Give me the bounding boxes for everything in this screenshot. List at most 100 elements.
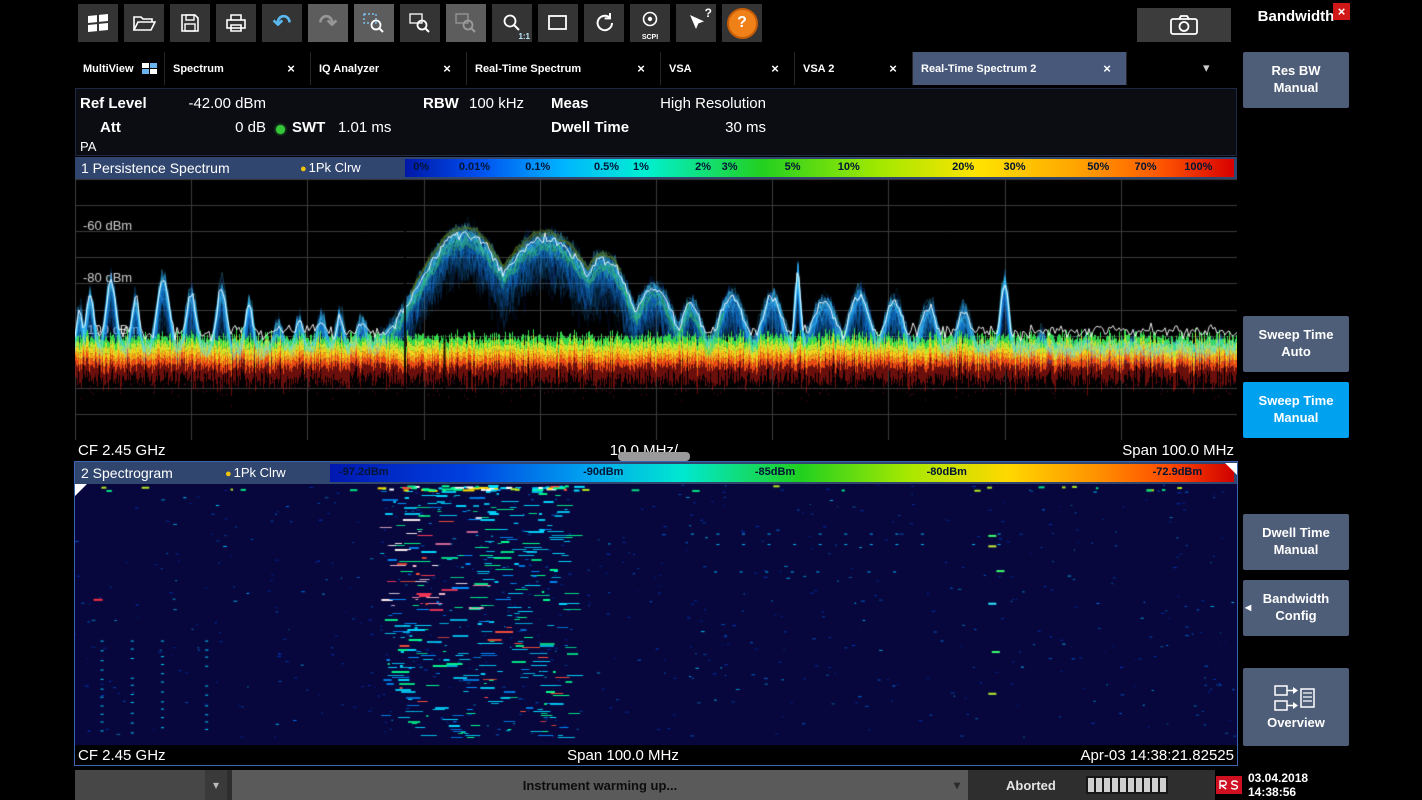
undo-button[interactable]: ↶ bbox=[262, 4, 302, 42]
chevron-down-icon[interactable]: ▾ bbox=[954, 778, 960, 792]
spectrogram-plot[interactable] bbox=[75, 484, 1237, 745]
tab-iq-analyzer[interactable]: IQ Analyzer × bbox=[311, 52, 467, 85]
windows-menu-button[interactable] bbox=[78, 4, 118, 42]
status-led bbox=[276, 125, 285, 134]
save-icon bbox=[179, 12, 201, 34]
chevron-down-icon[interactable]: ▾ bbox=[205, 770, 227, 800]
datetime-block: 03.04.2018 14:38:56 bbox=[1216, 770, 1352, 800]
center-frequency-readout: CF 2.45 GHz bbox=[78, 442, 166, 459]
channel-settings-header: Ref Level -42.00 dBm RBW 100 kHz Meas Hi… bbox=[75, 88, 1237, 156]
open-file-button[interactable] bbox=[124, 4, 164, 42]
tab-label: IQ Analyzer bbox=[319, 63, 379, 75]
tab-vsa[interactable]: VSA × bbox=[661, 52, 795, 85]
tab-real-time-spectrum-2[interactable]: Real-Time Spectrum 2 × bbox=[913, 52, 1127, 85]
system-date: 03.04.2018 bbox=[1248, 771, 1308, 785]
help-button[interactable]: ? bbox=[722, 4, 762, 42]
tab-vsa-2[interactable]: VSA 2 × bbox=[795, 52, 913, 85]
camera-icon bbox=[1169, 14, 1199, 36]
att-value[interactable]: 0 dB bbox=[152, 119, 266, 136]
meas-value[interactable]: High Resolution bbox=[654, 95, 766, 112]
close-icon[interactable]: × bbox=[280, 60, 302, 77]
tab-multiview[interactable]: MultiView bbox=[75, 52, 165, 85]
scale-label: 30% bbox=[1004, 161, 1026, 173]
close-icon[interactable]: × bbox=[1096, 60, 1118, 77]
scale-label: 2% bbox=[695, 161, 711, 173]
persistence-window-titlebar[interactable]: 1 Persistence Spectrum ●1Pk Clrw 0% 0.01… bbox=[75, 157, 1237, 179]
zoom-overview-button bbox=[446, 4, 486, 42]
close-icon[interactable]: × bbox=[764, 60, 786, 77]
tab-real-time-spectrum[interactable]: Real-Time Spectrum × bbox=[467, 52, 661, 85]
tab-label: Real-Time Spectrum bbox=[475, 63, 581, 75]
scale-label: 0.1% bbox=[525, 161, 550, 173]
persistence-color-scale: 0% 0.01% 0.1% 0.5% 1% 2% 3% 5% 10% 20% 3… bbox=[405, 159, 1234, 177]
window-divider-handle[interactable] bbox=[618, 452, 690, 461]
softkey-res-bw-manual[interactable]: Res BW Manual bbox=[1243, 52, 1349, 108]
scale-label: 100% bbox=[1184, 161, 1212, 173]
scpi-recorder-button[interactable]: SCPI bbox=[630, 4, 670, 42]
scale-label: 0% bbox=[413, 161, 429, 173]
pointer-question-glyph: ? bbox=[705, 6, 712, 20]
meas-label: Meas bbox=[551, 95, 589, 112]
zoom-mode-icon bbox=[362, 11, 386, 35]
softkey-sweep-time-manual[interactable]: Sweep Time Manual bbox=[1243, 382, 1349, 438]
multiview-grid-icon bbox=[142, 63, 157, 74]
close-icon[interactable]: × bbox=[882, 60, 904, 77]
scale-label: 10% bbox=[838, 161, 860, 173]
system-time: 14:38:56 bbox=[1248, 785, 1308, 799]
screenshot-button[interactable] bbox=[1137, 8, 1231, 42]
swt-value[interactable]: 1.01 ms bbox=[338, 119, 391, 136]
softkey-overview[interactable]: Overview bbox=[1243, 668, 1349, 746]
channel-tab-bar: MultiView Spectrum × IQ Analyzer × Real-… bbox=[75, 52, 1237, 85]
close-icon[interactable]: × bbox=[436, 60, 458, 77]
softkey-bandwidth-config[interactable]: ◀ Bandwidth Config bbox=[1243, 580, 1349, 636]
dwell-time-label: Dwell Time bbox=[551, 119, 629, 136]
active-window-corner-marker bbox=[75, 484, 87, 496]
spectrogram-color-scale: -97.2dBm -90dBm -85dBm -80dBm -72.9dBm bbox=[330, 464, 1234, 482]
center-frequency-readout: CF 2.45 GHz bbox=[78, 747, 166, 764]
close-icon[interactable]: × bbox=[630, 60, 652, 77]
redo-icon: ↷ bbox=[319, 12, 337, 34]
trace-info: ●1Pk Clrw bbox=[225, 465, 286, 480]
status-dropdown[interactable]: ▾ bbox=[75, 770, 227, 800]
printer-icon bbox=[224, 12, 248, 34]
softkey-dwell-time-manual[interactable]: Dwell Time Manual bbox=[1243, 514, 1349, 570]
context-help-button[interactable]: ? bbox=[676, 4, 716, 42]
rbw-value[interactable]: 100 kHz bbox=[469, 95, 524, 112]
tab-label: VSA 2 bbox=[803, 63, 834, 75]
pa-indicator: PA bbox=[80, 139, 96, 154]
zoom-off-icon bbox=[501, 12, 523, 34]
trace-info: ●1Pk Clrw bbox=[300, 160, 361, 175]
instrument-screen: ↶ ↷ bbox=[0, 0, 1422, 800]
dwell-time-value[interactable]: 30 ms bbox=[654, 119, 766, 136]
persistence-spectrum-window: 1 Persistence Spectrum ●1Pk Clrw 0% 0.01… bbox=[75, 157, 1237, 460]
multi-zoom-button[interactable] bbox=[400, 4, 440, 42]
softkey-label: Overview bbox=[1267, 715, 1325, 732]
zoom-off-button[interactable]: 1:1 bbox=[492, 4, 532, 42]
tab-label: Real-Time Spectrum 2 bbox=[921, 63, 1036, 75]
tab-overflow-dropdown[interactable]: ▾ bbox=[1203, 60, 1210, 76]
ref-level-value[interactable]: -42.00 dBm bbox=[152, 95, 266, 112]
system-message-bar[interactable]: Instrument warming up... ▾ bbox=[232, 770, 968, 800]
tab-spectrum[interactable]: Spectrum × bbox=[165, 52, 311, 85]
refresh-button[interactable] bbox=[584, 4, 624, 42]
active-window-corner-marker bbox=[1225, 463, 1237, 475]
toolbar: ↶ ↷ bbox=[78, 4, 762, 44]
timestamp-readout: Apr-03 14:38:21.82525 bbox=[1081, 747, 1234, 764]
scale-label: -85dBm bbox=[755, 466, 795, 478]
scale-label: 1% bbox=[633, 161, 649, 173]
print-button[interactable] bbox=[216, 4, 256, 42]
zoom-ratio-label: 1:1 bbox=[518, 32, 530, 41]
scale-label: 0.01% bbox=[459, 161, 490, 173]
save-button[interactable] bbox=[170, 4, 210, 42]
spectrogram-window-titlebar[interactable]: 2 Spectrogram ●1Pk Clrw -97.2dBm -90dBm … bbox=[75, 462, 1237, 484]
span-readout: Span 100.0 MHz bbox=[567, 747, 679, 764]
softkey-panel: Bandwidth × Res BW Manual Sweep Time Aut… bbox=[1240, 0, 1352, 800]
zoom-mode-button[interactable] bbox=[354, 4, 394, 42]
softkey-sweep-time-auto[interactable]: Sweep Time Auto bbox=[1243, 316, 1349, 372]
status-bar: ▾ Instrument warming up... ▾ Aborted bbox=[75, 770, 1215, 800]
split-display-icon bbox=[546, 12, 570, 34]
persistence-spectrum-plot[interactable] bbox=[75, 179, 1237, 440]
scale-label: 20% bbox=[952, 161, 974, 173]
split-display-button[interactable] bbox=[538, 4, 578, 42]
close-menu-button[interactable]: × bbox=[1333, 3, 1350, 20]
